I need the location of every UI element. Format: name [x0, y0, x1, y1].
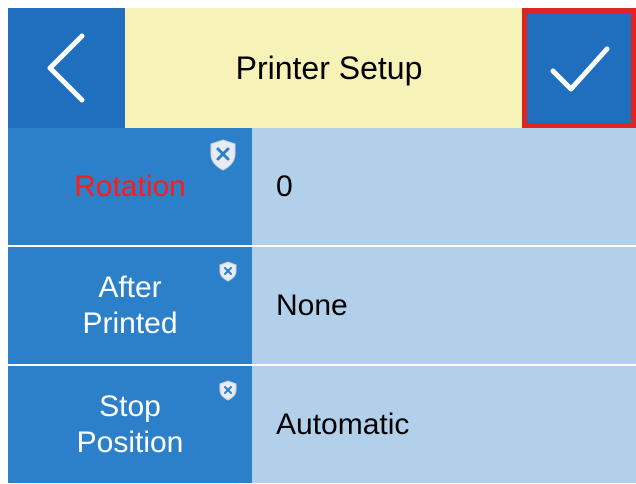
setting-value: Automatic	[252, 366, 636, 483]
setting-row-rotation[interactable]: Rotation 0	[8, 128, 636, 245]
setting-value: None	[252, 247, 636, 364]
printer-setup-screen: Printer Setup Rotation 0 After Printed N…	[0, 0, 636, 484]
shield-x-icon[interactable]	[218, 261, 238, 283]
shield-x-icon[interactable]	[208, 138, 238, 172]
setting-label-line1: Stop	[99, 389, 161, 423]
setting-row-after-printed[interactable]: After Printed None	[8, 247, 636, 364]
page-title: Printer Setup	[235, 50, 423, 86]
setting-label-line2: Position	[76, 425, 184, 459]
title-bar: Printer Setup	[125, 8, 533, 128]
back-button[interactable]	[8, 8, 125, 128]
settings-list: Rotation 0 After Printed None Stop Posit…	[8, 128, 636, 484]
checkmark-icon	[550, 46, 610, 92]
setting-label: Stop Position	[8, 366, 252, 483]
shield-x-icon[interactable]	[218, 380, 238, 402]
setting-label-text: Rotation	[74, 169, 186, 203]
header-bar: Printer Setup	[8, 8, 636, 128]
chevron-left-icon	[47, 33, 85, 103]
setting-value: 0	[252, 128, 636, 245]
setting-label-line1: After	[98, 270, 162, 304]
setting-label-line2: Printed	[82, 306, 178, 340]
confirm-button[interactable]	[522, 8, 636, 128]
setting-label: After Printed	[8, 247, 252, 364]
setting-row-stop-position[interactable]: Stop Position Automatic	[8, 366, 636, 483]
